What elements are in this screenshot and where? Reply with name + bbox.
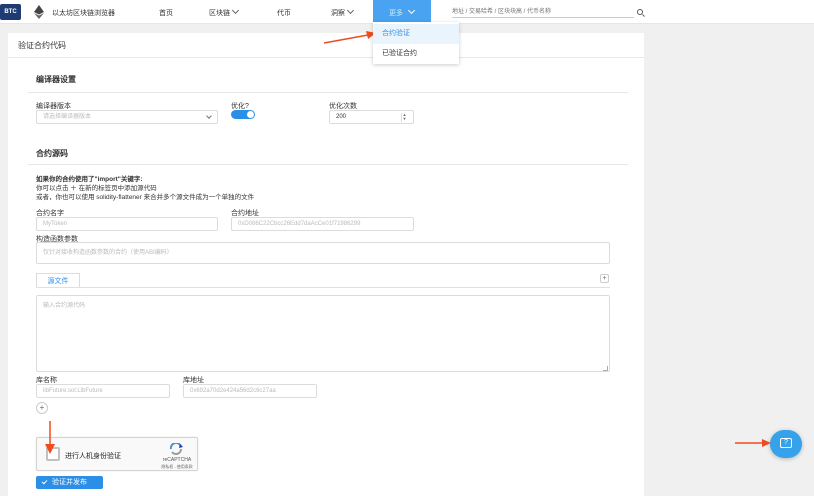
library-name-input[interactable]: libFuture.sol:LibFuture bbox=[36, 384, 170, 398]
annotation-arrow-icon bbox=[735, 439, 771, 447]
chevron-down-icon bbox=[231, 6, 240, 15]
page-title: 验证合约代码 bbox=[18, 41, 66, 50]
ethereum-icon bbox=[34, 5, 44, 19]
help-chat-button[interactable]: ? bbox=[770, 430, 802, 458]
menu-item-verified-contracts[interactable]: 已验证合约 bbox=[373, 44, 459, 64]
chevron-down-icon bbox=[206, 113, 212, 119]
nav-tokens-label: 代币 bbox=[277, 10, 291, 17]
contract-name-input[interactable]: MyToken bbox=[36, 217, 218, 231]
recaptcha-label: 进行人机身份验证 bbox=[65, 453, 121, 460]
nav-home[interactable]: 首页 bbox=[159, 8, 173, 18]
search-input[interactable] bbox=[452, 6, 634, 18]
tab-source-file[interactable]: 源文件 bbox=[36, 273, 80, 288]
nav-more[interactable]: 更多 bbox=[373, 0, 431, 24]
resize-handle-icon[interactable] bbox=[603, 366, 608, 371]
verify-and-publish-button[interactable]: 验证并发布 bbox=[36, 476, 103, 489]
chevron-down-icon bbox=[346, 6, 355, 15]
recaptcha-brand: reCAPTCHA bbox=[162, 457, 192, 463]
site-logo[interactable]: BTC bbox=[0, 4, 21, 20]
tab-divider bbox=[36, 287, 610, 288]
optimize-toggle[interactable] bbox=[231, 110, 255, 119]
nav-tokens[interactable]: 代币 bbox=[277, 8, 291, 18]
add-library-button[interactable]: + bbox=[36, 402, 48, 414]
divider bbox=[28, 92, 628, 93]
nav-insights-label: 洞察 bbox=[331, 10, 345, 17]
constructor-args-textarea[interactable]: 仅针对接收构造函数参数的合约（使用ABI编码） bbox=[36, 242, 610, 264]
verify-contract-card: 验证合约代码 bbox=[8, 33, 644, 496]
menu-item-verify-contract[interactable]: 合约验证 bbox=[373, 24, 459, 44]
annotation-arrow-icon bbox=[323, 31, 376, 44]
help-icon: ? bbox=[780, 438, 792, 448]
nav-home-label: 首页 bbox=[159, 10, 173, 17]
source-code-textarea[interactable]: 输入合约源代码 bbox=[36, 295, 610, 372]
nav-blockchain-label: 区块链 bbox=[209, 10, 230, 17]
toggle-knob bbox=[247, 111, 254, 118]
annotation-arrow-icon bbox=[45, 421, 55, 454]
contract-address-input[interactable]: 0xD086C22Cbcc26Edd7daAcCe01f71986299 bbox=[231, 217, 414, 231]
check-icon bbox=[41, 478, 48, 485]
library-address-input[interactable]: 0x692a70d2e424a56d2c6c27aa bbox=[183, 384, 317, 398]
recaptcha-widget: 进行人机身份验证 reCAPTCHA 隐私权 - 使用条款 bbox=[36, 437, 198, 471]
more-dropdown-menu: 合约验证 已验证合约 bbox=[373, 22, 459, 64]
top-nav: BTC 以太坊区块链浏览器 首页 区块链 代币 洞察 更多 bbox=[0, 0, 814, 24]
recaptcha-logo-icon bbox=[169, 443, 183, 455]
chevron-down-icon bbox=[407, 6, 416, 15]
add-source-tab-button[interactable]: + bbox=[600, 274, 609, 283]
runs-stepper[interactable]: ▲ ▼ bbox=[401, 113, 407, 122]
verify-and-publish-label: 验证并发布 bbox=[52, 479, 87, 486]
contract-source-title: 合约源码 bbox=[36, 149, 68, 158]
recaptcha-links[interactable]: 隐私权 - 使用条款 bbox=[157, 464, 197, 470]
compiler-settings-title: 编译器设置 bbox=[36, 75, 76, 84]
import-hint-line2: 或者，你也可以使用 solidity-flattener 来合并多个源文件成为一… bbox=[36, 194, 255, 201]
nav-more-label: 更多 bbox=[389, 10, 403, 17]
divider bbox=[28, 164, 628, 165]
search-icon[interactable] bbox=[637, 9, 643, 15]
compiler-version-placeholder: 请选择编译器版本 bbox=[43, 114, 92, 120]
nav-blockchain[interactable]: 区块链 bbox=[209, 6, 240, 18]
compiler-version-select[interactable]: 请选择编译器版本 bbox=[36, 110, 218, 124]
runs-value: 200 bbox=[336, 114, 347, 120]
divider bbox=[8, 57, 644, 58]
site-title[interactable]: 以太坊区块链浏览器 bbox=[52, 8, 115, 18]
runs-input[interactable]: 200 ▲ ▼ bbox=[329, 110, 414, 124]
nav-insights[interactable]: 洞察 bbox=[331, 6, 355, 18]
